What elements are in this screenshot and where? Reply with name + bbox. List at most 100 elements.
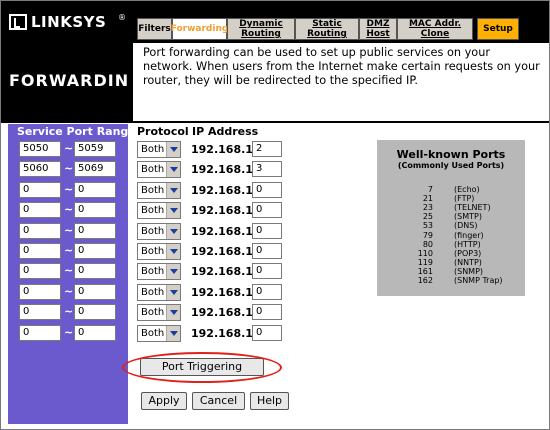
protocol-select[interactable]: Both	[137, 161, 181, 178]
ip-last-octet-input[interactable]: 0	[252, 284, 282, 300]
tab-mac-addr-clone[interactable]: MAC Addr. Clone	[397, 18, 473, 40]
port-number: 79	[422, 231, 433, 240]
protocol-value: Both	[141, 328, 165, 339]
port-end-input[interactable]: 0	[74, 284, 116, 300]
ip-last-octet-input[interactable]: 3	[252, 161, 282, 177]
router-config-page: LINKSYS ® Filters Forwarding Dynamic Rou…	[0, 0, 550, 430]
port-service-name: (finger)	[454, 231, 484, 240]
port-number: 80	[422, 240, 433, 249]
port-service-name: (NNTP)	[454, 258, 482, 267]
port-end-input[interactable]: 0	[74, 182, 116, 198]
port-service-name: (HTTP)	[454, 240, 481, 249]
tab-static-routing[interactable]: Static Routing	[295, 18, 359, 40]
chevron-down-icon[interactable]	[166, 224, 180, 239]
protocol-select[interactable]: Both	[137, 141, 181, 158]
protocol-value: Both	[141, 287, 165, 298]
port-start-input[interactable]: 0	[19, 304, 61, 320]
chevron-down-icon[interactable]	[166, 305, 180, 320]
chevron-down-icon[interactable]	[166, 162, 180, 177]
range-separator: ~	[64, 326, 74, 339]
chevron-down-icon[interactable]	[166, 285, 180, 300]
port-end-input[interactable]: 0	[74, 223, 116, 239]
tab-forwarding[interactable]: Forwarding	[171, 18, 228, 40]
port-number: 119	[417, 258, 433, 267]
port-start-input[interactable]: 5050	[19, 141, 61, 157]
tab-dmz-host[interactable]: DMZ Host	[359, 18, 397, 40]
port-start-input[interactable]: 0	[19, 202, 61, 218]
protocol-select[interactable]: Both	[137, 202, 181, 219]
chevron-down-icon[interactable]	[166, 264, 180, 279]
ip-prefix: 192.168.1.	[191, 245, 258, 258]
port-service-name: (SMTP)	[454, 212, 482, 221]
protocol-value: Both	[141, 164, 165, 175]
ip-last-octet-input[interactable]: 0	[252, 304, 282, 320]
apply-button[interactable]: Apply	[141, 392, 187, 410]
range-separator: ~	[64, 305, 74, 318]
port-service-name: (Echo)	[454, 185, 480, 194]
protocol-select[interactable]: Both	[137, 182, 181, 199]
logo-registered-mark: ®	[118, 13, 126, 22]
port-start-input[interactable]: 0	[19, 182, 61, 198]
port-start-input[interactable]: 5060	[19, 161, 61, 177]
protocol-select[interactable]: Both	[137, 325, 181, 342]
ip-last-octet-input[interactable]: 2	[252, 141, 282, 157]
port-service-name: (SNMP)	[454, 267, 484, 276]
protocol-select[interactable]: Both	[137, 304, 181, 321]
protocol-select[interactable]: Both	[137, 263, 181, 280]
page-title: FORWARDING	[9, 71, 144, 90]
ip-prefix: 192.168.1.	[191, 265, 258, 278]
cancel-button[interactable]: Cancel	[192, 392, 245, 410]
ip-prefix: 192.168.1.	[191, 143, 258, 156]
protocol-value: Both	[141, 205, 165, 216]
port-number: 25	[422, 212, 433, 221]
protocol-select[interactable]: Both	[137, 223, 181, 240]
port-end-input[interactable]: 0	[74, 243, 116, 259]
protocol-value: Both	[141, 246, 165, 257]
port-start-input[interactable]: 0	[19, 284, 61, 300]
port-number: 161	[417, 267, 433, 276]
tab-filters[interactable]: Filters	[137, 18, 172, 40]
port-start-input[interactable]: 0	[19, 243, 61, 259]
ip-last-octet-input[interactable]: 0	[252, 243, 282, 259]
description-panel: Port forwarding can be used to set up pu…	[129, 43, 549, 121]
logo-text: LINKSYS	[31, 13, 107, 31]
ip-last-octet-input[interactable]: 0	[252, 202, 282, 218]
help-button[interactable]: Help	[250, 392, 289, 410]
ip-prefix: 192.168.1.	[191, 286, 258, 299]
port-start-input[interactable]: 0	[19, 325, 61, 341]
port-end-input[interactable]: 0	[74, 304, 116, 320]
tab-dynamic-routing[interactable]: Dynamic Routing	[227, 18, 295, 40]
port-end-input[interactable]: 0	[74, 202, 116, 218]
port-number: 53	[422, 221, 433, 230]
chevron-down-icon[interactable]	[166, 142, 180, 157]
range-separator: ~	[64, 162, 74, 175]
protocol-select[interactable]: Both	[137, 284, 181, 301]
port-start-input[interactable]: 0	[19, 263, 61, 279]
chevron-down-icon[interactable]	[166, 183, 180, 198]
range-separator: ~	[64, 285, 74, 298]
ip-prefix: 192.168.1.	[191, 163, 258, 176]
port-number: 23	[422, 203, 433, 212]
well-known-ports-box: Well-known Ports (Commonly Used Ports) 7…	[377, 140, 525, 296]
protocol-value: Both	[141, 266, 165, 277]
port-service-name: (TELNET)	[454, 203, 491, 212]
protocol-value: Both	[141, 307, 165, 318]
chevron-down-icon[interactable]	[166, 203, 180, 218]
protocol-select[interactable]: Both	[137, 243, 181, 260]
well-known-subtitle: (Commonly Used Ports)	[397, 161, 505, 170]
chevron-down-icon[interactable]	[166, 326, 180, 341]
tab-setup[interactable]: Setup	[477, 18, 519, 40]
port-end-input[interactable]: 0	[74, 263, 116, 279]
protocol-value: Both	[141, 226, 165, 237]
ip-last-octet-input[interactable]: 0	[252, 223, 282, 239]
port-end-input[interactable]: 0	[74, 325, 116, 341]
header-protocol: Protocol	[137, 125, 189, 138]
port-end-input[interactable]: 5059	[74, 141, 116, 157]
port-start-input[interactable]: 0	[19, 223, 61, 239]
ip-last-octet-input[interactable]: 0	[252, 325, 282, 341]
ip-last-octet-input[interactable]: 0	[252, 182, 282, 198]
chevron-down-icon[interactable]	[166, 244, 180, 259]
port-service-name: (FTP)	[454, 194, 475, 203]
ip-last-octet-input[interactable]: 0	[252, 263, 282, 279]
port-end-input[interactable]: 5069	[74, 161, 116, 177]
